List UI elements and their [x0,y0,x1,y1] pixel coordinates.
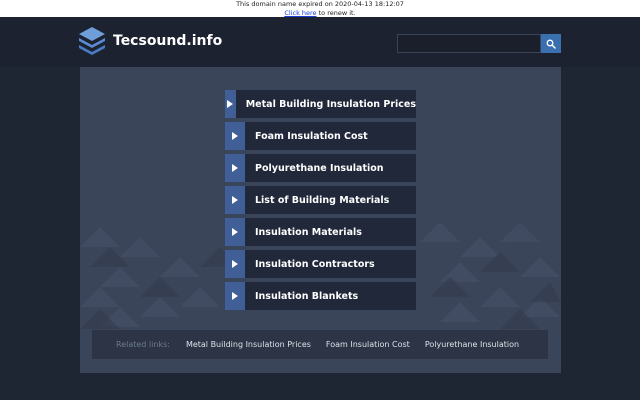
renew-suffix: to renew it. [316,8,356,17]
play-arrow-icon [232,228,238,236]
play-arrow-icon [227,100,234,108]
related-link[interactable]: Metal Building Insulation Prices [186,340,311,349]
arrow-cell [225,282,245,310]
main-panel: Metal Building Insulation Prices Foam In… [80,67,561,373]
link-label[interactable]: Insulation Contractors [245,250,416,278]
stack-icon[interactable] [78,26,106,56]
link-item[interactable]: Insulation Contractors [225,250,416,278]
link-item[interactable]: Metal Building Insulation Prices [225,90,416,118]
link-label[interactable]: Polyurethane Insulation [245,154,416,182]
link-item[interactable]: Foam Insulation Cost [225,122,416,150]
link-label[interactable]: Insulation Materials [245,218,416,246]
link-label[interactable]: Insulation Blankets [245,282,416,310]
play-arrow-icon [232,164,238,172]
related-link[interactable]: Foam Insulation Cost [326,340,410,349]
arrow-cell [225,218,245,246]
play-arrow-icon [232,292,238,300]
link-item[interactable]: List of Building Materials [225,186,416,214]
play-arrow-icon [232,196,238,204]
expiry-notice: This domain name expired on 2020-04-13 1… [0,0,640,17]
arrow-cell [225,250,245,278]
link-item[interactable]: Insulation Blankets [225,282,416,310]
renew-line: Click here to renew it. [0,9,640,18]
link-label[interactable]: Metal Building Insulation Prices [235,90,416,118]
links-list: Metal Building Insulation Prices Foam In… [225,90,416,314]
related-link[interactable]: Polyurethane Insulation [425,340,519,349]
expiry-message: This domain name expired on 2020-04-13 1… [236,0,404,8]
arrow-cell [225,154,245,182]
header: Tecsound.info [0,17,640,67]
arrow-cell [225,186,245,214]
link-label[interactable]: List of Building Materials [245,186,416,214]
renew-link[interactable]: Click here [284,9,316,17]
search-input[interactable] [397,34,541,53]
site-name[interactable]: Tecsound.info [113,33,222,49]
link-label[interactable]: Foam Insulation Cost [245,122,416,150]
play-arrow-icon [232,132,238,140]
arrow-cell [225,90,236,118]
arrow-cell [225,122,245,150]
related-links-bar: Related links: Metal Building Insulation… [92,330,548,359]
search-icon [546,39,556,49]
link-item[interactable]: Polyurethane Insulation [225,154,416,182]
link-item[interactable]: Insulation Materials [225,218,416,246]
play-arrow-icon [232,260,238,268]
search-button[interactable] [541,34,561,53]
related-links-title: Related links: [116,340,170,349]
